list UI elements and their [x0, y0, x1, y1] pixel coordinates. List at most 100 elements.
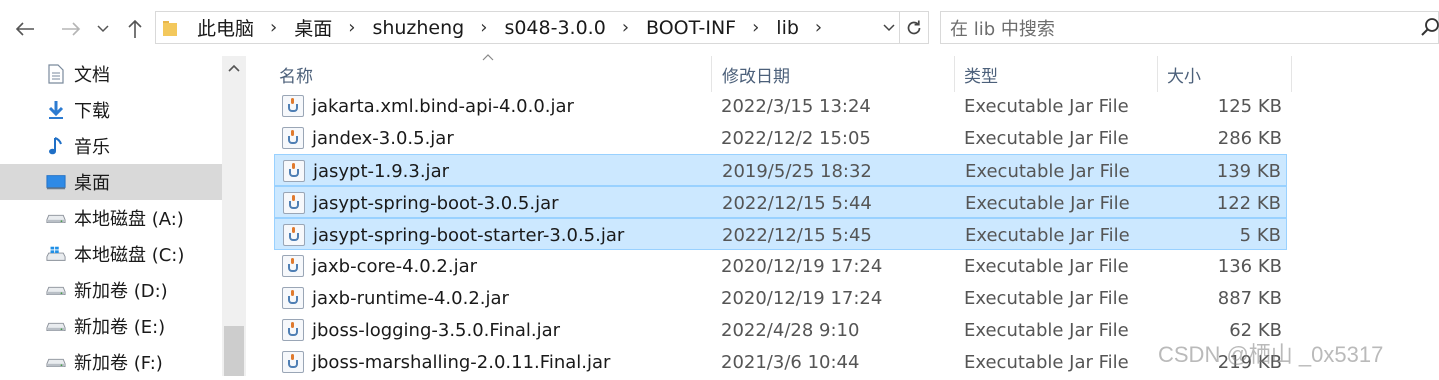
breadcrumb-item[interactable]: s048-3.0.0 [504, 17, 605, 39]
breadcrumb-separator-icon[interactable]: › [348, 17, 355, 38]
file-list: 名称 修改日期 类型 大小 jakarta.xml.bind-api-4.0.0… [246, 54, 1439, 378]
file-row[interactable]: jaxb-core-4.0.2.jar 2020/12/19 17:24 Execu… [274, 250, 1287, 282]
document-icon [46, 64, 66, 84]
sidebar-item-label: 本地磁盘 (C:) [74, 245, 185, 266]
refresh-button[interactable] [900, 11, 929, 44]
jar-file-icon [282, 319, 304, 341]
chevron-down-icon [883, 23, 895, 31]
search-icon[interactable] [1420, 17, 1439, 37]
sidebar-item[interactable]: 文档 [0, 56, 222, 92]
sidebar-item[interactable]: 音乐 [0, 128, 222, 164]
scroll-up-button[interactable] [222, 56, 246, 80]
breadcrumb-item[interactable]: 此电脑 [197, 14, 254, 41]
column-header-type-label: 类型 [964, 66, 998, 87]
file-type: Executable Jar File [965, 224, 1130, 246]
file-row[interactable]: jboss-logging-3.5.0.Final.jar 2022/4/28 9… [274, 314, 1287, 346]
sidebar-item[interactable]: 本地磁盘 (C:) [0, 236, 222, 272]
file-row[interactable]: jasypt-spring-boot-starter-3.0.5.jar 2022… [274, 218, 1287, 250]
column-header-size[interactable]: 大小 [1158, 56, 1292, 92]
arrow-left-icon [15, 22, 34, 36]
sidebar-item-label: 本地磁盘 (A:) [74, 209, 184, 230]
file-name-cell: jaxb-runtime-4.0.2.jar [282, 282, 509, 314]
up-button[interactable] [120, 14, 150, 44]
sidebar-item[interactable]: 新加卷 (D:) [0, 272, 222, 308]
file-row[interactable]: jasypt-spring-boot-3.0.5.jar 2022/12/15 5… [274, 186, 1287, 218]
sidebar-item[interactable]: 新加卷 (E:) [0, 308, 222, 344]
search-box[interactable]: 在 lib 中搜索 [940, 11, 1439, 44]
file-name-cell: jandex-3.0.5.jar [282, 122, 454, 154]
breadcrumb: 此电脑 › 桌面 › shuzheng › s048-3.0.0 › BOOT-INF › lib › [197, 14, 839, 41]
file-name: jboss-logging-3.5.0.Final.jar [312, 319, 561, 341]
file-type: Executable Jar File [965, 160, 1130, 182]
file-row[interactable]: jasypt-1.9.3.jar 2019/5/25 18:32 Executabl… [274, 154, 1287, 186]
jar-file-icon [282, 351, 304, 373]
file-type: Executable Jar File [965, 192, 1130, 214]
breadcrumb-item[interactable]: BOOT-INF [646, 17, 736, 39]
file-type: Executable Jar File [964, 127, 1129, 149]
sidebar-item[interactable]: 桌面 [0, 164, 222, 200]
file-date: 2020/12/19 17:24 [721, 287, 883, 309]
breadcrumb-item[interactable]: shuzheng [372, 17, 464, 39]
column-header-row: 名称 修改日期 类型 大小 [246, 54, 1296, 92]
breadcrumb-separator-icon[interactable]: › [270, 17, 277, 38]
drive-icon [46, 208, 66, 228]
file-row[interactable]: jboss-marshalling-2.0.11.Final.jar 2021/3… [274, 346, 1287, 378]
file-name: jasypt-spring-boot-starter-3.0.5.jar [313, 224, 625, 246]
drive-icon [46, 352, 66, 372]
sidebar-item[interactable]: 下载 [0, 92, 222, 128]
chevron-up-icon [228, 64, 240, 72]
arrow-right-icon [62, 22, 81, 36]
watermark: CSDN @栖山 _0x5317 [1158, 342, 1384, 367]
file-name: jaxb-runtime-4.0.2.jar [312, 287, 509, 309]
file-name-cell: jboss-marshalling-2.0.11.Final.jar [282, 346, 610, 378]
address-bar[interactable]: 此电脑 › 桌面 › shuzheng › s048-3.0.0 › BOOT-INF › lib › [155, 11, 900, 44]
sidebar-item[interactable]: 本地磁盘 (A:) [0, 200, 222, 236]
file-name-cell: jasypt-spring-boot-3.0.5.jar [283, 187, 559, 219]
file-size: 122 KB [1216, 192, 1281, 214]
refresh-icon [907, 20, 921, 34]
column-header-name-label: 名称 [279, 66, 313, 87]
file-row[interactable]: jaxb-runtime-4.0.2.jar 2020/12/19 17:24 Ex… [274, 282, 1287, 314]
jar-file-icon [283, 224, 305, 246]
breadcrumb-item[interactable]: 桌面 [294, 14, 332, 41]
sidebar-item-label: 音乐 [74, 137, 110, 158]
back-button[interactable] [10, 14, 40, 44]
column-header-date[interactable]: 修改日期 [712, 56, 955, 92]
sidebar-item-label: 桌面 [74, 173, 110, 194]
column-header-name[interactable]: 名称 [246, 54, 712, 92]
file-size: 125 KB [1217, 95, 1282, 117]
sidebar-item-label: 新加卷 (D:) [74, 281, 168, 302]
file-name-cell: jakarta.xml.bind-api-4.0.0.jar [282, 90, 574, 122]
drive-icon [46, 280, 66, 300]
desktop-icon [46, 172, 66, 192]
breadcrumb-item[interactable]: lib [776, 17, 799, 39]
column-header-size-label: 大小 [1167, 66, 1201, 87]
file-size: 5 KB [1239, 224, 1281, 246]
breadcrumb-separator-icon[interactable]: › [752, 17, 759, 38]
arrow-up-icon [128, 19, 142, 38]
breadcrumb-separator-icon[interactable]: › [480, 17, 487, 38]
file-type: Executable Jar File [964, 95, 1129, 117]
navigation-pane-scrollbar[interactable] [222, 56, 246, 376]
file-row[interactable]: jakarta.xml.bind-api-4.0.0.jar 2022/3/15 … [274, 90, 1287, 122]
file-name: jasypt-spring-boot-3.0.5.jar [313, 192, 559, 214]
file-size: 139 KB [1216, 160, 1281, 182]
file-name: jakarta.xml.bind-api-4.0.0.jar [312, 95, 574, 117]
file-type: Executable Jar File [964, 287, 1129, 309]
scrollbar-thumb[interactable] [224, 326, 244, 376]
sidebar-item[interactable]: 新加卷 (F:) [0, 344, 222, 380]
file-date: 2022/4/28 9:10 [721, 319, 860, 341]
file-date: 2020/12/19 17:24 [721, 255, 883, 277]
breadcrumb-separator-icon[interactable]: › [622, 17, 629, 38]
file-row[interactable]: jandex-3.0.5.jar 2022/12/2 15:05 Executabl… [274, 122, 1287, 154]
file-name: jandex-3.0.5.jar [312, 127, 454, 149]
jar-file-icon [282, 95, 304, 117]
jar-file-icon [283, 160, 305, 182]
column-header-type[interactable]: 类型 [955, 56, 1158, 92]
forward-button[interactable] [56, 14, 86, 44]
chevron-down-icon [97, 25, 109, 33]
recent-locations-button[interactable] [95, 14, 111, 44]
sort-ascending-icon [482, 50, 494, 65]
breadcrumb-separator-icon[interactable]: › [815, 17, 822, 38]
address-history-button[interactable] [878, 11, 900, 44]
